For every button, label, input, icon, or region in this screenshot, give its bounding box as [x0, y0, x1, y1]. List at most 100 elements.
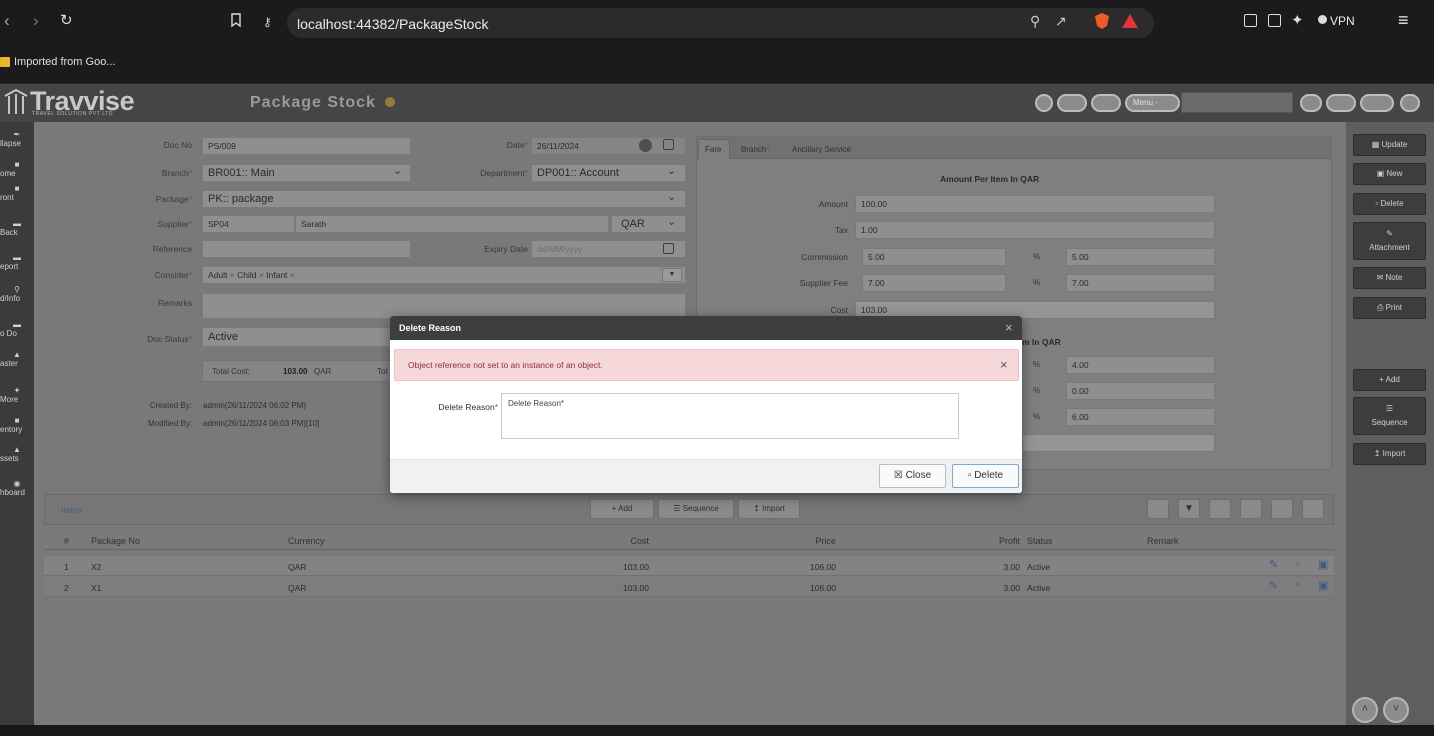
items-add-button[interactable]: + Add	[590, 499, 654, 519]
clear-filter-icon[interactable]	[1147, 499, 1169, 519]
extensions-icon[interactable]: ✦	[1291, 11, 1304, 29]
amount-field[interactable]: 100.00	[855, 195, 1215, 213]
department-select[interactable]: DP001:: Account	[531, 164, 686, 182]
filter-icon[interactable]: ▼	[1178, 499, 1200, 519]
table-row[interactable]	[44, 577, 1334, 597]
modified-by-value: admin(26/11/2024 06:03 PM)[10]	[203, 419, 320, 428]
sidebar-toggle-icon[interactable]	[1244, 14, 1257, 27]
search-icon[interactable]	[1209, 499, 1231, 519]
sidebar-item-master[interactable]: ▲ aster	[0, 350, 34, 368]
close-icon[interactable]: ×	[1005, 320, 1013, 335]
sidebar-item-back[interactable]: ▬ Back	[0, 219, 34, 237]
reload-icon[interactable]: ↻	[60, 11, 73, 29]
calendar-icon[interactable]	[663, 139, 674, 150]
remove-tag-icon[interactable]: ×	[290, 270, 295, 280]
bookmark-icon[interactable]	[230, 13, 242, 28]
zoom-icon[interactable]: ⚲	[1030, 13, 1040, 30]
percent-field-2[interactable]: 0.00	[1066, 382, 1215, 400]
print-button[interactable]: ⎙ Print	[1353, 297, 1426, 319]
sidebar-item-more[interactable]: ✦ More	[0, 386, 34, 404]
supplier-fee-field[interactable]: 7.00	[862, 274, 1006, 292]
excel-icon[interactable]	[1271, 499, 1293, 519]
sequence-button[interactable]: ☰ Sequence	[1353, 397, 1426, 435]
scroll-top-icon[interactable]: ˄	[1352, 697, 1378, 723]
trash-icon[interactable]: ▫	[1296, 558, 1300, 570]
vpn-button[interactable]: VPN	[1330, 14, 1355, 28]
sidebar-item-front[interactable]: ■ ront	[0, 184, 34, 202]
sidebar-item-dashboard[interactable]: ◉ hboard	[0, 479, 34, 497]
sidebar-item-collapse[interactable]: ✒ llapse	[0, 130, 34, 148]
list-icon[interactable]	[1091, 94, 1121, 112]
tab-ancillary-service[interactable]: Ancillary Service	[792, 145, 851, 154]
upload-icon: ↥	[753, 504, 763, 513]
site-info-icon[interactable]: ⚷	[263, 15, 272, 29]
items-sequence-button[interactable]: ☰ Sequence	[658, 499, 734, 519]
wallet-icon[interactable]	[1268, 14, 1281, 27]
confirm-delete-button[interactable]: ▫ Delete	[952, 464, 1019, 488]
branch-select[interactable]: BR001:: Main	[202, 164, 411, 182]
search-icon[interactable]	[1300, 94, 1322, 112]
dismiss-alert-icon[interactable]: ×	[1000, 357, 1008, 372]
edit-icon[interactable]: ✎	[1269, 558, 1278, 571]
sidebar-item-report[interactable]: ▬ eport	[0, 253, 34, 271]
import-button[interactable]: ↥ Import	[1353, 443, 1426, 465]
add-button[interactable]: + Add	[1353, 369, 1426, 391]
history-icon[interactable]	[1057, 94, 1087, 112]
sidebar-item-todo[interactable]: ▬ o Do	[0, 320, 34, 338]
sidebar-item-inventory[interactable]: ■ entory	[0, 416, 34, 434]
sidebar-item-home[interactable]: ■ ome	[0, 160, 34, 178]
doc-status-select[interactable]: Active	[202, 327, 411, 347]
tab-branch[interactable]: Branch*	[741, 145, 769, 154]
info-icon[interactable]	[385, 97, 395, 107]
copy-icon[interactable]	[1302, 499, 1324, 519]
translate-icon[interactable]	[1326, 94, 1356, 112]
url-text[interactable]: localhost:44382/PackageStock	[297, 16, 488, 32]
sidebar-item-assets[interactable]: ▲ ssets	[0, 445, 34, 463]
settings-icon[interactable]	[1360, 94, 1394, 112]
commission-field[interactable]: 5.00	[862, 248, 1006, 266]
new-button[interactable]: ▣ New	[1353, 163, 1426, 185]
bookmark-folder[interactable]: Imported from Goo...	[14, 56, 115, 68]
reference-field[interactable]	[202, 240, 411, 258]
supplier-code-field[interactable]: SP04	[202, 215, 295, 233]
share-icon[interactable]: ↗	[1055, 13, 1067, 30]
calendar-icon[interactable]	[663, 243, 674, 254]
menu-dropdown[interactable]: Menu -	[1125, 94, 1180, 112]
percent-field-3[interactable]: 6.00	[1066, 408, 1215, 426]
remove-tag-icon[interactable]: ×	[230, 270, 237, 280]
supplier-fee-percent-field[interactable]: 7.00	[1066, 274, 1215, 292]
user-icon[interactable]	[1400, 94, 1420, 112]
supplier-name-field[interactable]: Sarath	[295, 215, 609, 233]
scroll-bottom-icon[interactable]: ˅	[1383, 697, 1409, 723]
consider-multiselect[interactable]: Adult × Child × Infant ×	[202, 266, 686, 284]
note-button[interactable]: ✉ Note	[1353, 267, 1426, 289]
edit-icon[interactable]: ✎	[1269, 579, 1278, 592]
back-icon[interactable]: ‹	[4, 11, 10, 31]
refresh-icon[interactable]	[1035, 94, 1053, 112]
menu-search-input[interactable]	[1181, 92, 1293, 113]
items-import-button[interactable]: ↥ Import	[738, 499, 800, 519]
trash-icon[interactable]: ▫	[1296, 579, 1300, 591]
clear-date-icon[interactable]	[639, 139, 652, 152]
doc-no-field[interactable]: PS/009	[202, 137, 411, 155]
caret-down-icon[interactable]: ▼	[662, 268, 682, 282]
close-button[interactable]: ☒ Close	[879, 464, 946, 488]
commission-percent-field[interactable]: 5.00	[1066, 248, 1215, 266]
attachment-button[interactable]: ✎ Attachment	[1353, 222, 1426, 260]
percent-field-1[interactable]: 4.00	[1066, 356, 1215, 374]
sidebar-item-info[interactable]: ⚲ d/Info	[0, 285, 34, 303]
table-row[interactable]	[44, 556, 1334, 576]
package-select[interactable]: PK:: package	[202, 190, 686, 208]
forward-icon[interactable]: ›	[33, 11, 39, 31]
tax-field[interactable]: 1.00	[855, 221, 1215, 239]
menu-icon[interactable]: ≡	[1398, 10, 1409, 31]
calendar-check-icon[interactable]: ▣	[1318, 579, 1328, 592]
calendar-check-icon[interactable]: ▣	[1318, 558, 1328, 571]
brave-rewards-icon[interactable]	[1121, 13, 1139, 29]
delete-reason-input[interactable]: Delete Reason*	[501, 393, 959, 439]
delete-button[interactable]: ▫ Delete	[1353, 193, 1426, 215]
update-button[interactable]: ▦ Update	[1353, 134, 1426, 156]
pdf-icon[interactable]	[1240, 499, 1262, 519]
cost-label: Cost	[830, 305, 848, 315]
brave-shield-icon[interactable]	[1094, 12, 1110, 30]
